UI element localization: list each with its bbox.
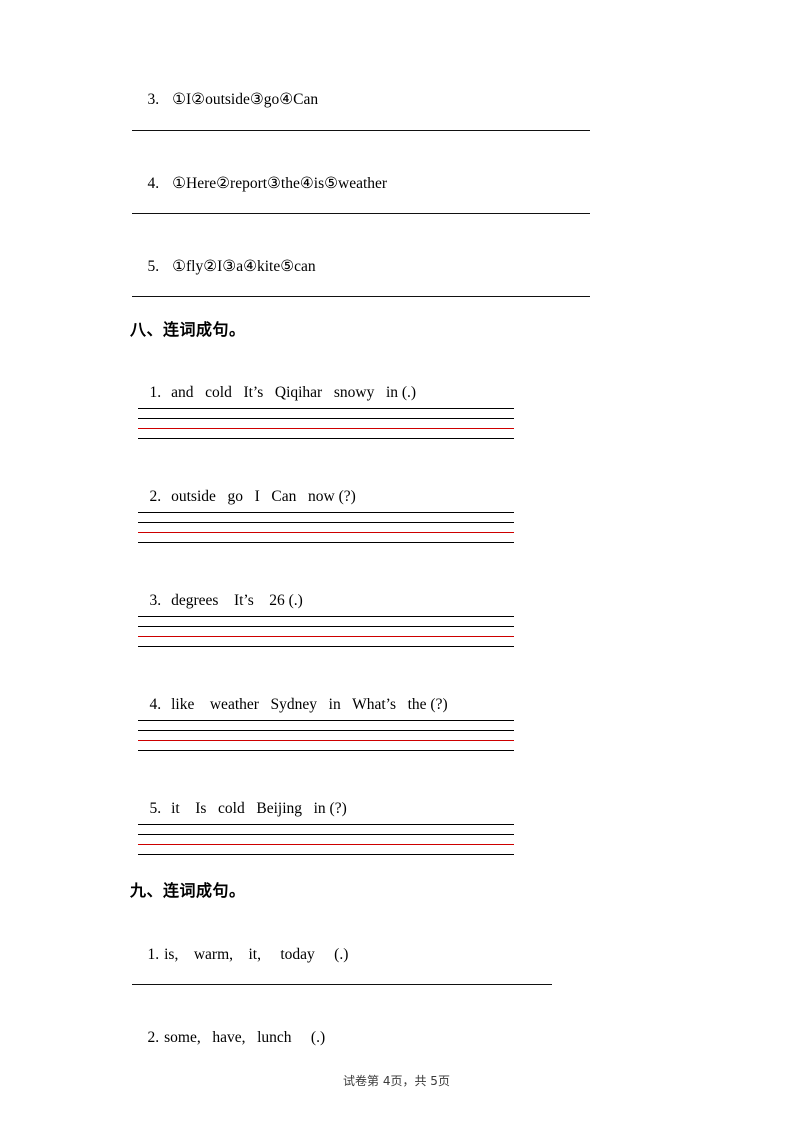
- guide-line-upper-mid: [138, 522, 514, 523]
- guide-line-upper-mid: [138, 834, 514, 835]
- guide-line-bottom: [138, 438, 514, 439]
- guide-line-bottom: [138, 854, 514, 855]
- guide-line-baseline-red: [138, 740, 514, 741]
- answer-rule[interactable]: [132, 130, 590, 131]
- answer-rule[interactable]: [132, 296, 590, 297]
- item-number: 2.: [149, 488, 162, 505]
- item-number: 1.: [149, 384, 162, 401]
- handwriting-guide[interactable]: [138, 512, 514, 543]
- item-number: 4.: [149, 696, 162, 713]
- handwriting-guide[interactable]: [138, 824, 514, 855]
- item-number: 5.: [147, 258, 160, 275]
- item-number: 4.: [147, 175, 160, 192]
- question-item: 2. some, have, lunch (.): [132, 1008, 326, 1068]
- item-number: 5.: [149, 800, 162, 817]
- page-footer: 试卷第 4页，共 5页: [343, 1074, 450, 1088]
- item-text: is, warm, it, today (.): [164, 946, 349, 963]
- question-item: 4. ①Here②report③the④is⑤weather: [132, 154, 388, 214]
- guide-line-upper-mid: [138, 730, 514, 731]
- guide-line-top: [138, 408, 514, 409]
- guide-line-bottom: [138, 646, 514, 647]
- item-text: some, have, lunch (.): [164, 1029, 326, 1046]
- item-text: degrees It’s 26 (.): [171, 592, 303, 609]
- item-number: 3.: [149, 592, 162, 609]
- item-text: and cold It’s Qiqihar snowy in (.): [171, 384, 417, 401]
- guide-line-top: [138, 616, 514, 617]
- guide-line-top: [138, 512, 514, 513]
- question-item: 3. ①I②outside③go④Can: [132, 70, 319, 130]
- guide-line-bottom: [138, 542, 514, 543]
- question-item: 1. is, warm, it, today (.): [132, 925, 349, 985]
- guide-line-upper-mid: [138, 626, 514, 627]
- item-text: like weather Sydney in What’s the (?): [171, 696, 448, 713]
- handwriting-guide[interactable]: [138, 720, 514, 751]
- guide-line-baseline-red: [138, 532, 514, 533]
- item-text: ①Here②report③the④is⑤weather: [172, 175, 388, 192]
- item-text: outside go I Can now (?): [171, 488, 356, 505]
- item-text: ①I②outside③go④Can: [172, 91, 319, 108]
- guide-line-baseline-red: [138, 428, 514, 429]
- item-number: 3.: [147, 91, 160, 108]
- section-heading-eight: 八、连词成句。: [130, 320, 246, 339]
- item-text: ①fly②I③a④kite⑤can: [172, 258, 316, 275]
- section-heading-nine: 九、连词成句。: [130, 881, 246, 900]
- guide-line-bottom: [138, 750, 514, 751]
- guide-line-top: [138, 720, 514, 721]
- item-number: 1.: [147, 946, 160, 963]
- answer-rule[interactable]: [132, 984, 552, 985]
- guide-line-top: [138, 824, 514, 825]
- guide-line-baseline-red: [138, 844, 514, 845]
- guide-line-baseline-red: [138, 636, 514, 637]
- item-text: it Is cold Beijing in (?): [171, 800, 347, 817]
- answer-rule[interactable]: [132, 213, 590, 214]
- question-item: 5. ①fly②I③a④kite⑤can: [132, 237, 316, 297]
- item-number: 2.: [147, 1029, 160, 1046]
- handwriting-guide[interactable]: [138, 408, 514, 439]
- exam-page: 3. ①I②outside③go④Can 4. ①Here②report③the④i…: [0, 0, 793, 1122]
- guide-line-upper-mid: [138, 418, 514, 419]
- handwriting-guide[interactable]: [138, 616, 514, 647]
